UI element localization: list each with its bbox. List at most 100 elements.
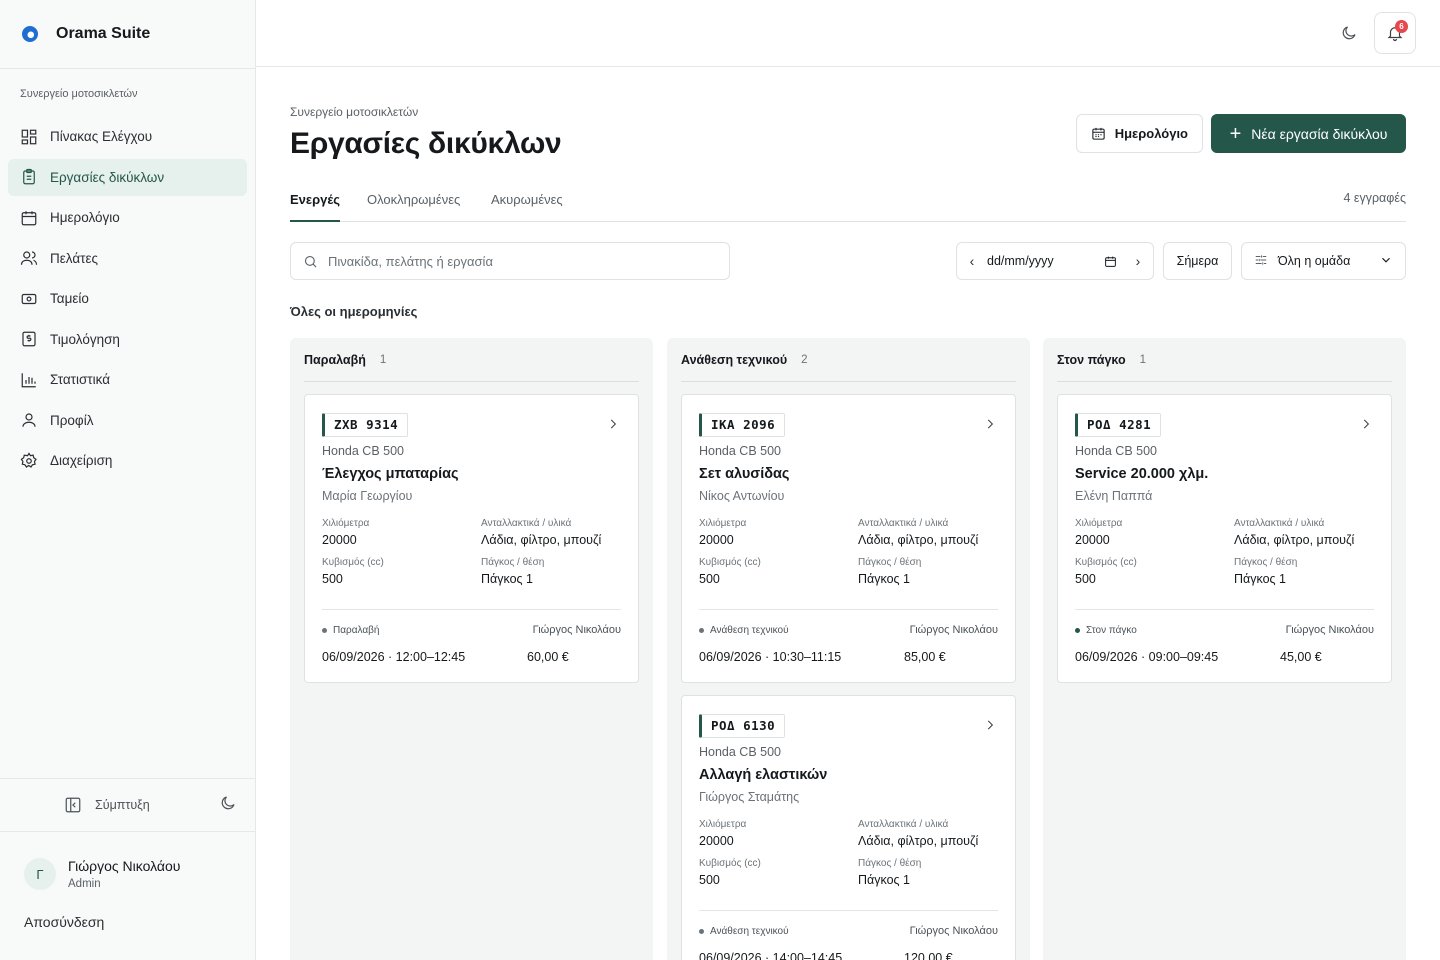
technician-name: Γιώργος Νικολάου (532, 624, 621, 636)
status-badge: Ανάθεση τεχνικού (699, 925, 789, 937)
calendar-icon[interactable] (1104, 255, 1117, 268)
bench-value: Πάγκος 1 (1234, 572, 1287, 586)
bike-model: Honda CB 500 (699, 444, 782, 458)
sidebar-item-label: Προφίλ (50, 412, 94, 428)
status-dot (699, 928, 704, 934)
column-reception: Παραλαβή 1 ΖΧΒ 9314 Honda CB 500 Έλεγχος… (290, 338, 653, 960)
chevron-right-icon[interactable] (983, 417, 997, 436)
column-count: 1 (1139, 354, 1147, 366)
logout-button[interactable]: Αποσύνδεση (0, 890, 255, 930)
notifications-button[interactable]: 6 (1374, 12, 1416, 54)
parts-value: Λάδια, φίλτρο, μπουζί (858, 533, 979, 547)
calendar-button[interactable]: Ημερολόγιο (1075, 114, 1203, 153)
technician-name: Γιώργος Νικολάου (909, 624, 998, 636)
main-content: Συνεργείο μοτοσικλετών Εργασίες δικύκλων… (290, 67, 1406, 960)
tab-completed[interactable]: Ολοκληρωμένες (367, 192, 460, 222)
chevron-right-icon[interactable] (1359, 417, 1373, 436)
column-title: Παραλαβή (304, 353, 366, 367)
chevron-right-icon[interactable]: › (1123, 253, 1153, 269)
collapse-button[interactable]: Σύμπτυξη (64, 796, 150, 814)
km-value: 20000 (322, 533, 357, 547)
status-label: Ανάθεση τεχνικού (710, 925, 789, 937)
sidebar-item-label: Εργασίες δικύκλων (50, 169, 165, 185)
column-count: 2 (801, 354, 808, 366)
job-price: 85,00 € (904, 650, 946, 664)
date-input[interactable]: dd/mm/yyyy (987, 254, 1123, 268)
cc-label: Κυβισμός (cc) (699, 557, 761, 568)
parts-value: Λάδια, φίλτρο, μπουζί (481, 533, 602, 547)
search-box (290, 242, 730, 280)
kanban-board: Παραλαβή 1 ΖΧΒ 9314 Honda CB 500 Έλεγχος… (290, 338, 1406, 960)
sidebar-item-dashboard[interactable]: Πίνακας Ελέγχου (8, 118, 247, 155)
tab-cancelled[interactable]: Ακυρωμένες (491, 192, 563, 222)
sidebar-item-customers[interactable]: Πελάτες (8, 240, 247, 277)
appointment-time: 06/09/2026 · 12:00–12:45 (322, 650, 466, 664)
bike-model: Honda CB 500 (322, 444, 405, 458)
job-specs: Χιλιόμετρα 20000 Ανταλλακτικά / υλικά Λάδι… (699, 819, 998, 887)
sidebar-item-label: Πίνακας Ελέγχου (50, 129, 153, 144)
tab-active[interactable]: Ενεργές (290, 192, 340, 222)
sidebar-item-calendar[interactable]: Ημερολόγιο (8, 199, 247, 236)
sidebar-footer: Σύμπτυξη Γ Γιώργος Νικολάου Admin Αποσύν… (0, 778, 255, 930)
job-card[interactable]: ΡΟΔ 6130 Honda CB 500 Αλλαγή ελαστικών Γ… (681, 695, 1016, 960)
km-label: Χιλιόμετρα (699, 819, 747, 830)
sidebar-item-invoicing[interactable]: Τιμολόγηση (8, 321, 247, 358)
plate-number: ΙΚΑ 2096 (699, 413, 786, 437)
km-label: Χιλιόμετρα (699, 518, 747, 529)
user-card[interactable]: Γ Γιώργος Νικολάου Admin (0, 832, 255, 890)
search-input[interactable] (328, 253, 708, 269)
bench-label: Πάγκος / θέση (858, 557, 922, 568)
bench-label: Πάγκος / θέση (481, 557, 545, 568)
sidebar-item-label: Διαχείριση (50, 453, 113, 468)
chevron-right-icon[interactable] (983, 718, 997, 737)
job-card[interactable]: ΙΚΑ 2096 Honda CB 500 Σετ αλυσίδας Νίκος… (681, 394, 1016, 683)
theme-toggle-moon-icon[interactable] (1340, 24, 1358, 47)
column-count: 1 (379, 354, 387, 366)
chart-icon (20, 371, 38, 389)
invoice-icon (20, 330, 38, 348)
sidebar-item-cashier[interactable]: Ταμείο (8, 280, 247, 317)
calendar-button-label: Ημερολόγιο (1114, 126, 1188, 141)
cash-icon (20, 290, 38, 308)
job-price: 45,00 € (1280, 650, 1322, 664)
sidebar-collapse-icon (65, 797, 81, 813)
job-title: Service 20.000 χλμ. (1075, 466, 1209, 482)
job-specs: Χιλιόμετρα 20000 Ανταλλακτικά / υλικά Λάδι… (322, 518, 621, 586)
status-dot (1075, 627, 1080, 633)
technician-name: Γιώργος Νικολάου (909, 925, 998, 937)
sidebar-item-jobs[interactable]: Εργασίες δικύκλων (8, 158, 247, 196)
calendar-icon (20, 209, 38, 227)
bench-label: Πάγκος / θέση (858, 858, 922, 869)
cc-value: 500 (699, 572, 720, 586)
sidebar-item-statistics[interactable]: Στατιστικά (8, 361, 247, 398)
group-select[interactable]: Όλη η ομάδα (1241, 242, 1406, 280)
brand[interactable]: Orama Suite (0, 0, 255, 69)
app-name: Orama Suite (56, 25, 151, 42)
group-select-value: Όλη η ομάδα (1278, 254, 1351, 268)
sidebar-item-label: Πελάτες (50, 250, 98, 266)
search-icon (304, 255, 317, 268)
job-card[interactable]: ΡΟΔ 4281 Honda CB 500 Service 20.000 χλμ… (1057, 394, 1392, 683)
customer-name: Μαρία Γεωργίου (322, 489, 413, 503)
job-price: 120,00 € (904, 951, 953, 960)
customer-name: Γιώργος Σταμάτης (699, 790, 800, 804)
sidebar-item-label: Ταμείο (50, 291, 89, 306)
page-title: Εργασίες δικύκλων (290, 127, 562, 160)
sidebar-item-admin[interactable]: Διαχείριση (8, 442, 247, 479)
user-name: Γιώργος Νικολάου (68, 858, 181, 874)
status-badge: Ανάθεση τεχνικού (699, 624, 789, 636)
moon-icon[interactable] (219, 794, 237, 817)
cc-label: Κυβισμός (cc) (322, 557, 384, 568)
collapse-row: Σύμπτυξη (0, 779, 255, 832)
today-button[interactable]: Σήμερα (1163, 242, 1232, 280)
job-card[interactable]: ΖΧΒ 9314 Honda CB 500 Έλεγχος μπαταρίας … (304, 394, 639, 683)
chevron-left-icon[interactable]: ‹ (957, 253, 987, 269)
plate-number: ΡΟΔ 6130 (699, 714, 786, 738)
column-assign-technician: Ανάθεση τεχνικού 2 ΙΚΑ 2096 Honda CB 500… (667, 338, 1030, 960)
parts-label: Ανταλλακτικά / υλικά (858, 518, 949, 529)
new-job-button[interactable]: + Νέα εργασία δικύκλου (1211, 114, 1406, 153)
column-header: Στον πάγκο 1 (1057, 338, 1392, 382)
chevron-right-icon[interactable] (606, 417, 620, 436)
logo-icon (22, 26, 38, 42)
sidebar-item-profile[interactable]: Προφίλ (8, 402, 247, 439)
